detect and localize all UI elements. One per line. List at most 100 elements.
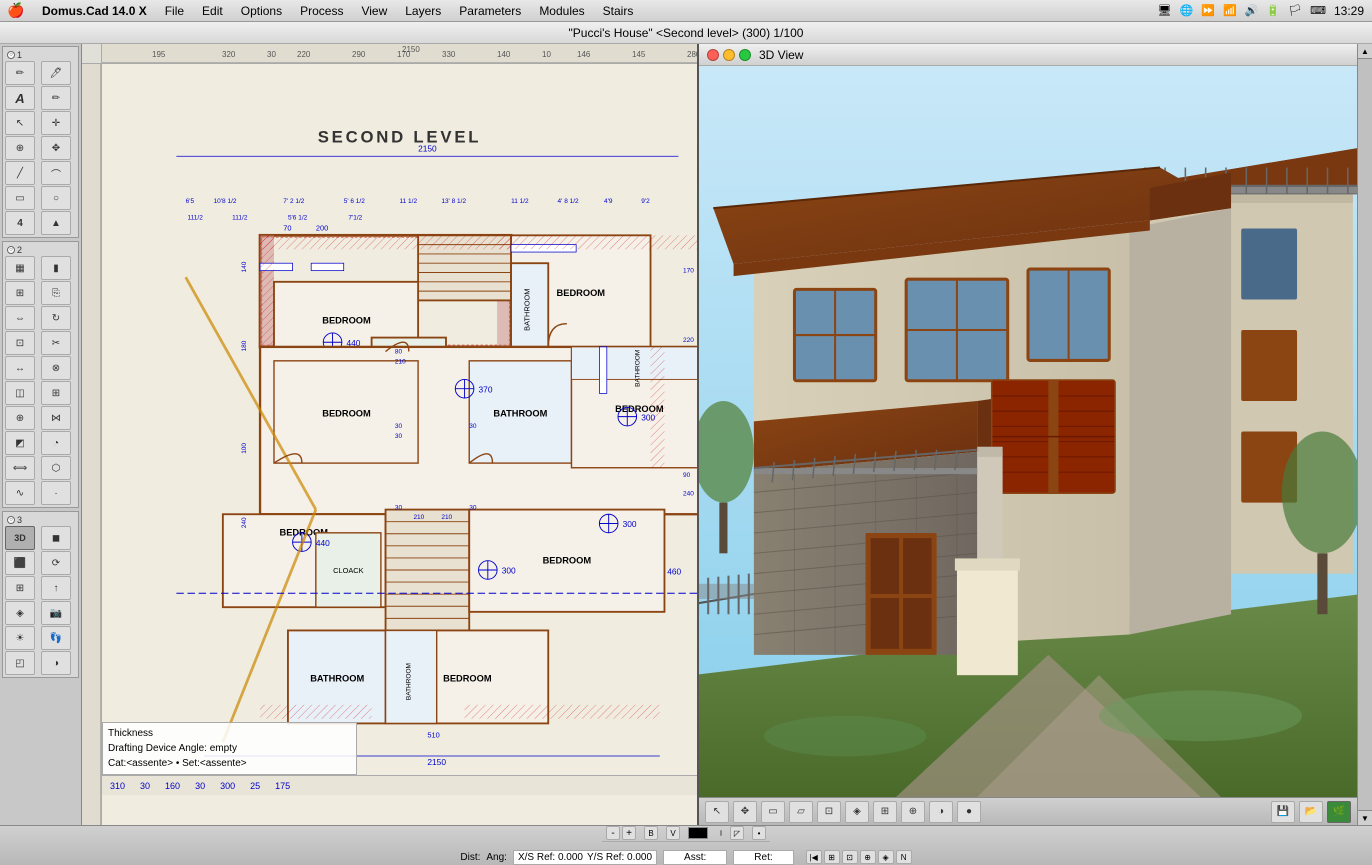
fillet-tool[interactable]: ◔: [41, 431, 71, 455]
fill-tool[interactable]: ▮: [41, 256, 71, 280]
nav-icon-3[interactable]: ⊡: [842, 850, 858, 864]
3d-shade-tool[interactable]: ◑: [929, 801, 953, 823]
pen-tool[interactable]: 🖊: [41, 61, 71, 85]
first-page-btn[interactable]: |◀: [806, 850, 822, 864]
offset-tool[interactable]: ◫: [5, 381, 35, 405]
walk-tool[interactable]: 👣: [41, 626, 71, 650]
extrude-tool[interactable]: ⬛: [5, 551, 35, 575]
label-icon: ✏: [52, 93, 60, 104]
3d-tree-button[interactable]: 🌿: [1327, 801, 1351, 823]
section-tool[interactable]: ⊞: [5, 576, 35, 600]
3d-persp-icon: ⊞: [881, 806, 889, 817]
extend-tool[interactable]: ↔: [5, 356, 35, 380]
light-tool[interactable]: ☀: [5, 626, 35, 650]
3d-maximize-button[interactable]: [739, 49, 751, 61]
move-tool[interactable]: ⊞: [5, 281, 35, 305]
floor-plan-svg[interactable]: SECOND LEVEL 2150: [102, 64, 697, 825]
text-tool[interactable]: A: [5, 86, 35, 110]
layer-btn[interactable]: V: [666, 826, 680, 840]
scroll-up-button[interactable]: ▲: [1358, 44, 1372, 59]
nav-icon-5[interactable]: ◈: [878, 850, 894, 864]
3d-front-view[interactable]: ▭: [761, 801, 785, 823]
render-tool[interactable]: ◈: [5, 601, 35, 625]
copy-tool[interactable]: ⎘: [41, 281, 71, 305]
section3-dot[interactable]: ○: [7, 516, 15, 524]
apple-menu[interactable]: 🍎: [8, 3, 24, 19]
3d-wire-tool[interactable]: ⊕: [901, 801, 925, 823]
drawing-area[interactable]: 195 320 30 220 290 170 330 140 10 146 14…: [82, 44, 697, 825]
scroll-down-button[interactable]: ▼: [1358, 810, 1372, 825]
camera-tool[interactable]: 📷: [41, 601, 71, 625]
3d-iso-view[interactable]: ◈: [845, 801, 869, 823]
pen-dot-btn[interactable]: •: [752, 826, 766, 840]
3d-open-view[interactable]: 📂: [1299, 801, 1323, 823]
arc-tool[interactable]: ⌒: [41, 161, 71, 185]
label-tool[interactable]: ✏: [41, 86, 71, 110]
mirror-tool[interactable]: ⇔: [5, 306, 35, 330]
point-tool[interactable]: ·: [41, 481, 71, 505]
3d-perspective-tool[interactable]: ⊞: [873, 801, 897, 823]
menu-options[interactable]: Options: [233, 2, 290, 20]
up-tool[interactable]: ▲: [41, 211, 71, 235]
select-tool[interactable]: ↖: [5, 111, 35, 135]
menu-process[interactable]: Process: [292, 2, 351, 20]
scale-tool[interactable]: ⊡: [5, 331, 35, 355]
chamfer-tool[interactable]: ◩: [5, 431, 35, 455]
nav-icon-6[interactable]: N: [896, 850, 912, 864]
stretch-tool[interactable]: ⟺: [5, 456, 35, 480]
zoom-in-button[interactable]: +: [622, 826, 636, 840]
shadow-tool[interactable]: ◑: [41, 651, 71, 675]
menu-file[interactable]: File: [157, 2, 192, 20]
app-name[interactable]: Domus.Cad 14.0 X: [34, 2, 155, 20]
rect-tool[interactable]: ▭: [5, 186, 35, 210]
nav-icon-4[interactable]: ⊕: [860, 850, 876, 864]
3d-select-tool[interactable]: ↖: [705, 801, 729, 823]
3d-side-view[interactable]: ▱: [789, 801, 813, 823]
explode-tool[interactable]: ⊕: [5, 406, 35, 430]
polygon-tool[interactable]: ⬡: [41, 456, 71, 480]
3d-minimize-button[interactable]: [723, 49, 735, 61]
circle-tool[interactable]: ○: [41, 186, 71, 210]
menu-view[interactable]: View: [353, 2, 395, 20]
scroll-track[interactable]: [1358, 59, 1372, 810]
array-tool[interactable]: ⊞: [41, 381, 71, 405]
section2-dot[interactable]: ○: [7, 246, 15, 254]
menu-stairs[interactable]: Stairs: [595, 2, 642, 20]
pen-angle-btn[interactable]: ◸: [730, 826, 744, 840]
material-tool[interactable]: ◰: [5, 651, 35, 675]
line-tool[interactable]: ╱: [5, 161, 35, 185]
3d-top-view[interactable]: ⊡: [817, 801, 841, 823]
zoom-tool[interactable]: ⊕: [5, 136, 35, 160]
crosshair-tool[interactable]: ✛: [41, 111, 71, 135]
menu-edit[interactable]: Edit: [194, 2, 231, 20]
pencil-tool[interactable]: ✏: [5, 61, 35, 85]
break-tool[interactable]: ⊗: [41, 356, 71, 380]
view-mode-btn[interactable]: B: [644, 826, 658, 840]
number-tool[interactable]: 4: [5, 211, 35, 235]
3d-close-button[interactable]: [707, 49, 719, 61]
solid-tool[interactable]: ◼: [41, 526, 71, 550]
asst-box[interactable]: Asst:: [663, 850, 727, 865]
pan-tool[interactable]: ✥: [41, 136, 71, 160]
section1-dot[interactable]: ○: [7, 51, 15, 59]
trim-tool[interactable]: ✂: [41, 331, 71, 355]
join-tool[interactable]: ⋈: [41, 406, 71, 430]
elevation-tool[interactable]: ↑: [41, 576, 71, 600]
3d-view-content[interactable]: [699, 66, 1357, 797]
menu-parameters[interactable]: Parameters: [451, 2, 529, 20]
right-scrollbar[interactable]: ▲ ▼: [1357, 44, 1372, 825]
hatch-tool[interactable]: ▦: [5, 256, 35, 280]
spline-tool[interactable]: ∿: [5, 481, 35, 505]
nav-icon-2[interactable]: ⊞: [824, 850, 840, 864]
3d-rotate-view-tool[interactable]: ✥: [733, 801, 757, 823]
rotate-tool[interactable]: ↻: [41, 306, 71, 330]
menu-layers[interactable]: Layers: [397, 2, 449, 20]
3d-render-button[interactable]: ●: [957, 801, 981, 823]
zoom-out-button[interactable]: -: [606, 826, 620, 840]
menu-modules[interactable]: Modules: [531, 2, 592, 20]
svg-text:BEDROOM: BEDROOM: [322, 409, 371, 419]
ret-box[interactable]: Ret:: [733, 850, 793, 865]
3d-save-view[interactable]: 💾: [1271, 801, 1295, 823]
revolve-tool[interactable]: ⟳: [41, 551, 71, 575]
3d-tool[interactable]: 3D: [5, 526, 35, 550]
